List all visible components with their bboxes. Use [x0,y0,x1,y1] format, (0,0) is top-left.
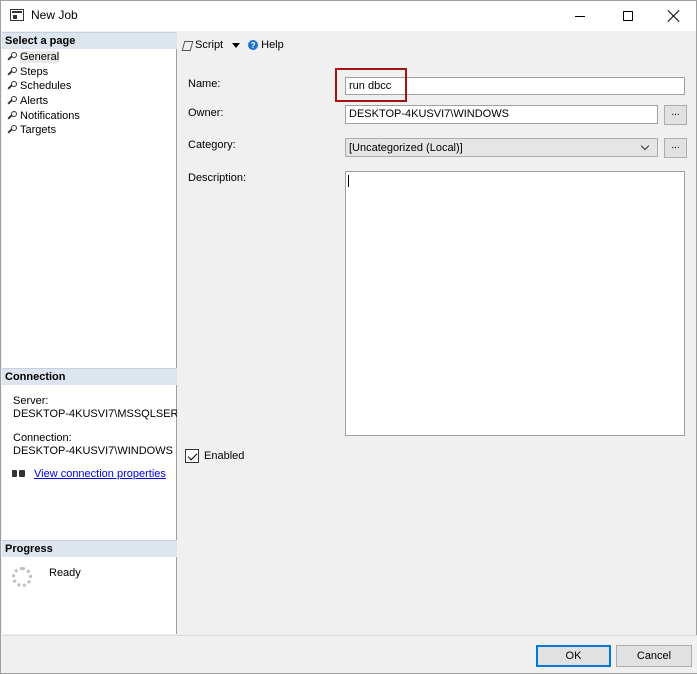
owner-label: Owner: [188,107,224,119]
description-textarea[interactable] [345,171,685,436]
minimize-icon [575,15,585,17]
page-item-general[interactable]: General [6,50,80,65]
name-label: Name: [188,78,221,90]
left-pane: Select a page General Steps Schedules Al… [2,32,177,634]
help-icon: ? [248,40,259,50]
wrench-icon [6,52,17,62]
progress-status: Ready [49,567,81,579]
wrench-icon [6,81,17,91]
dialog-button-bar: OK Cancel [2,635,697,673]
page-item-label: Schedules [20,80,72,93]
new-job-window: New Job Select a page General Steps Sche… [0,0,697,674]
page-item-label: Alerts [20,95,49,108]
page-item-label: Notifications [20,109,80,122]
wrench-icon [6,96,17,106]
minimize-button[interactable] [557,1,603,31]
close-icon [668,10,680,22]
window-title: New Job [31,8,78,22]
text-cursor [348,175,349,187]
server-value: DESKTOP-4KUSVI7\MSSQLSERV [13,408,177,420]
page-item-label: Targets [20,124,57,137]
page-item-targets[interactable]: Targets [6,123,80,138]
name-highlight-box [335,68,407,102]
connection-value: DESKTOP-4KUSVI7\WINDOWS [13,445,173,457]
select-page-header: Select a page [2,32,177,49]
wrench-icon [6,125,17,135]
maximize-icon [623,11,633,21]
toolbar: Script ? Help [178,32,696,58]
enabled-label: Enabled [204,450,245,462]
page-item-label: General [20,51,60,64]
server-label: Server: [13,395,49,407]
category-label: Category: [188,139,236,151]
maximize-button[interactable] [605,1,651,31]
category-select[interactable]: [Uncategorized (Local)] [345,138,658,157]
description-label: Description: [188,172,247,184]
owner-browse-button[interactable]: ... [664,105,687,125]
connection-header: Connection [2,368,177,385]
cancel-button[interactable]: Cancel [616,645,692,667]
category-value: [Uncategorized (Local)] [349,141,463,154]
script-button[interactable]: Script [182,39,223,51]
page-item-schedules[interactable]: Schedules [6,79,80,94]
view-connection-properties-link[interactable]: View connection properties [34,468,166,480]
page-item-steps[interactable]: Steps [6,65,80,80]
chevron-down-icon [640,141,650,151]
page-item-label: Steps [20,65,49,78]
script-dropdown-icon[interactable] [232,42,241,48]
help-label: Help [261,39,284,51]
category-browse-button[interactable]: ... [664,138,687,158]
script-label: Script [195,39,224,51]
progress-spinner-icon [12,567,32,587]
wrench-icon [6,110,17,121]
enabled-checkbox-row[interactable]: Enabled [185,449,244,463]
enabled-checkbox[interactable] [185,449,199,463]
connection-icon [11,468,27,480]
page-list: General Steps Schedules Alerts Notificat… [6,50,80,138]
page-item-alerts[interactable]: Alerts [6,94,80,109]
wrench-icon [6,66,17,77]
close-button[interactable] [651,1,697,31]
progress-header: Progress [2,540,177,557]
help-button[interactable]: ? Help [248,39,284,51]
owner-input[interactable]: DESKTOP-4KUSVI7\WINDOWS [345,105,658,124]
app-icon [10,9,24,21]
view-connection-properties-row: View connection properties [11,468,166,480]
connection-label: Connection: [13,432,72,444]
general-form: Name: run dbcc Owner: DESKTOP-4KUSVI7\WI… [178,64,696,634]
title-bar[interactable]: New Job [1,1,696,31]
ok-button[interactable]: OK [536,645,611,667]
script-icon [182,40,192,50]
page-item-notifications[interactable]: Notifications [6,108,80,123]
